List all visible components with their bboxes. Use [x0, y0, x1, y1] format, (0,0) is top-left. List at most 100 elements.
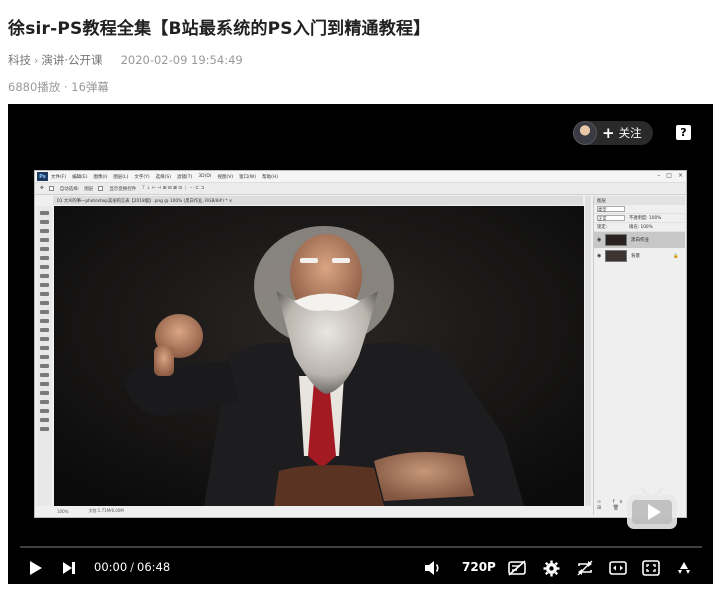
ps-tool-icon — [40, 220, 49, 224]
next-icon — [63, 562, 75, 574]
chevron-right-icon: › — [34, 53, 39, 67]
play-button[interactable] — [26, 556, 46, 580]
ps-menu-item: 图层(L) — [113, 174, 129, 180]
next-button[interactable] — [60, 556, 78, 580]
time-display: 00:00/06:48 — [94, 560, 171, 574]
subcategory-link[interactable]: 演讲·公开课 — [41, 52, 102, 68]
web-fullscreen-icon — [642, 560, 660, 576]
ps-toolbar — [37, 206, 52, 506]
ps-menu-item: 图像(I) — [93, 174, 108, 180]
avatar[interactable] — [573, 121, 597, 145]
ps-menu-item: 文件(F) — [51, 174, 67, 180]
ps-tool-icon — [40, 409, 49, 413]
ps-layers-panel: 图层 类型 正常 不透明度: 100% 锁定: 填充: 100% ◉ 黑白作业 … — [593, 196, 685, 515]
ps-panel-row: 锁定: 填充: 100% — [594, 223, 685, 232]
layer-name: 黑白作业 — [631, 238, 649, 243]
follow-button[interactable]: + 关注 — [602, 124, 642, 142]
ps-menu-item: 帮助(H) — [262, 174, 279, 180]
ps-tool-icon — [40, 229, 49, 233]
ps-tool-icon — [40, 238, 49, 242]
ps-tool-icon — [40, 427, 49, 431]
close-icon: × — [677, 172, 683, 179]
ps-tool-icon — [40, 382, 49, 386]
ps-window-controls: – □ × — [657, 172, 683, 179]
danmaku-count: 16弹幕 — [71, 80, 109, 94]
ps-tool-icon — [40, 418, 49, 422]
ps-doc-size: 文档:1.71M/6.00M — [88, 508, 124, 513]
ps-zoom-level: 100% — [57, 508, 69, 514]
move-tool-icon: ✥ — [40, 186, 44, 191]
minimize-icon: – — [657, 172, 661, 179]
publish-date: 2020-02-09 19:54:49 — [120, 53, 243, 67]
loop-off-icon — [577, 560, 593, 576]
fullscreen-icon — [678, 562, 690, 574]
ps-document-tab: 01 大众的事—photoshop美丽的言表【2018版】.png @ 100%… — [53, 196, 583, 205]
eye-icon: ◉ — [597, 237, 602, 243]
lock-icon: 🔒 — [673, 253, 679, 259]
video-meta: 科技 › 演讲·公开课 2020-02-09 19:54:49 — [8, 52, 243, 68]
video-stats: 6880播放 · 16弹幕 — [8, 80, 109, 94]
web-fullscreen-button[interactable] — [640, 556, 662, 580]
ps-menubar: Ps 文件(F) 编辑(E) 图像(I) 图层(L) 文字(Y) 选择(S) 滤… — [35, 171, 686, 182]
widescreen-button[interactable] — [607, 556, 629, 580]
ps-layer-row: ◉ 黑白作业 — [594, 232, 685, 248]
ps-tool-icon — [40, 292, 49, 296]
loop-toggle-button[interactable] — [574, 556, 596, 580]
ps-tool-icon — [40, 355, 49, 359]
ps-menu-item: 编辑(E) — [72, 174, 88, 180]
maximize-icon: □ — [666, 172, 672, 179]
ps-tool-icon — [40, 319, 49, 323]
follow-label: 关注 — [618, 126, 642, 140]
ps-logo: Ps — [37, 172, 48, 181]
video-player[interactable]: + 关注 ? Ps 文件(F) 编辑(E) 图像(I) 图层(L) 文字(Y) … — [8, 104, 713, 584]
show-transform-checkbox — [98, 186, 104, 191]
ps-status-bar: 100% 文档:1.71M/6.00M — [54, 507, 584, 515]
ps-tool-icon — [40, 211, 49, 215]
play-count: 6880播放 — [8, 80, 61, 94]
danmaku-off-icon — [508, 560, 526, 576]
settings-button[interactable] — [540, 556, 562, 580]
ps-tool-icon — [40, 346, 49, 350]
layer-thumbnail — [605, 250, 627, 262]
ps-tool-icon — [40, 373, 49, 377]
align-icons: ⊤ ⊥ ⊢ ⊣ ⊞ ⊟ ⊠ ⊡ ⋮ ⋯ ⊏ ⊐ — [141, 186, 205, 191]
fullscreen-button[interactable] — [673, 556, 695, 580]
volume-icon — [425, 561, 439, 575]
quality-selector[interactable]: 720P — [462, 560, 496, 574]
ps-option-label: 自动选择: — [59, 186, 80, 192]
ps-panel-row: 正常 不透明度: 100% — [594, 214, 685, 223]
duration: 06:48 — [137, 560, 171, 574]
volume-button[interactable] — [422, 556, 444, 580]
ps-option-label: 图层 — [84, 186, 94, 192]
layer-thumbnail — [605, 234, 627, 246]
ps-tool-icon — [40, 265, 49, 269]
ps-tool-icon — [40, 283, 49, 287]
current-time: 00:00 — [94, 560, 128, 574]
danmaku-toggle-button[interactable] — [506, 556, 528, 580]
ps-tool-icon — [40, 364, 49, 368]
ps-panel-title: 图层 — [594, 196, 685, 205]
category-link[interactable]: 科技 — [8, 52, 31, 68]
play-icon — [30, 561, 42, 575]
widescreen-icon — [609, 561, 627, 575]
ps-panel-rail — [585, 196, 591, 506]
eye-icon: ◉ — [597, 253, 602, 259]
ps-tool-icon — [40, 337, 49, 341]
layer-name: 背景 — [631, 254, 640, 259]
ps-canvas-photo — [54, 206, 584, 506]
auto-select-checkbox — [48, 186, 54, 191]
ps-blend-mode: 正常 — [597, 215, 625, 222]
mini-player-tv-icon[interactable] — [624, 486, 680, 532]
ps-tool-icon — [40, 247, 49, 251]
ps-menu-item: 滤镜(T) — [176, 174, 193, 180]
uploader-follow-chip[interactable]: + 关注 — [573, 121, 653, 145]
help-icon[interactable]: ? — [676, 125, 691, 140]
progress-bar[interactable] — [20, 546, 702, 548]
video-title: 徐sir-PS教程全集【B站最系统的PS入门到精通教程】 — [8, 19, 431, 39]
plus-icon: + — [602, 124, 615, 142]
ps-option-label: 显示变换控件 — [109, 186, 137, 192]
ps-tool-icon — [40, 391, 49, 395]
old-man-portrait-image — [54, 206, 584, 506]
ps-menu-item: 选择(S) — [155, 174, 171, 180]
ps-options-bar: ✥ 自动选择: 图层 显示变换控件 ⊤ ⊥ ⊢ ⊣ ⊞ ⊟ ⊠ ⊡ ⋮ ⋯ ⊏ … — [35, 182, 686, 195]
